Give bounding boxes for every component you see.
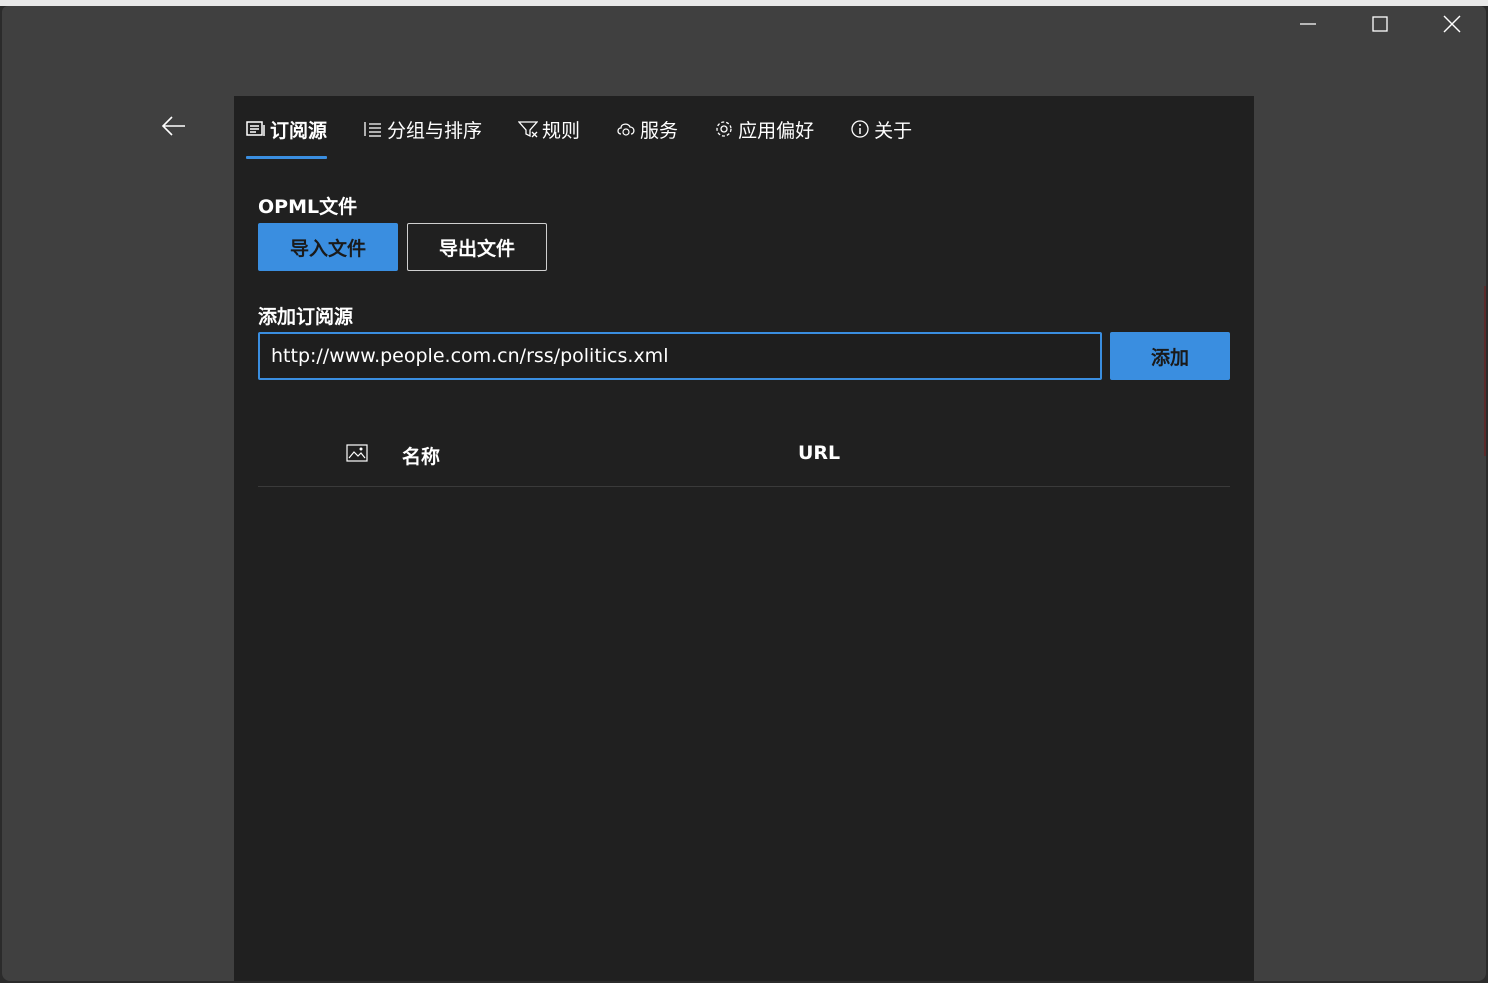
window-edge-accent [1484, 286, 1486, 456]
close-icon [1443, 15, 1461, 33]
title-bar [2, 6, 1486, 46]
opml-section-label: OPML文件 [258, 196, 358, 218]
maximize-icon [1371, 15, 1389, 33]
sources-table-header: 名称 URL [258, 430, 1230, 487]
sources-table-body [258, 488, 1230, 968]
tab-label: 订阅源 [270, 119, 328, 142]
gear-icon [714, 119, 734, 139]
tab-label: 规则 [542, 119, 581, 142]
settings-window: 订阅源 分组与排序 规则 服务 应用偏好 关于 OPML文件 导入文件 导出文件… [2, 6, 1486, 981]
tab-services[interactable]: 服务 [616, 116, 678, 142]
tab-label: 关于 [874, 119, 913, 142]
back-button[interactable] [152, 110, 196, 146]
cloud-sync-icon [616, 119, 636, 139]
add-source-button[interactable]: 添加 [1110, 332, 1230, 380]
tab-sources[interactable]: 订阅源 [246, 116, 328, 159]
close-button[interactable] [1416, 6, 1486, 42]
filter-icon [518, 119, 539, 139]
minimize-icon [1299, 15, 1317, 33]
tab-label: 分组与排序 [387, 119, 483, 142]
tab-label: 应用偏好 [738, 119, 815, 142]
tab-label: 服务 [640, 119, 679, 142]
column-header-url[interactable]: URL [798, 442, 840, 464]
add-source-section-label: 添加订阅源 [258, 306, 354, 328]
maximize-button[interactable] [1344, 6, 1416, 42]
info-icon [850, 119, 870, 139]
import-file-button[interactable]: 导入文件 [258, 223, 398, 271]
settings-tabs: 订阅源 分组与排序 规则 服务 应用偏好 关于 [246, 116, 948, 162]
minimize-button[interactable] [1272, 6, 1344, 42]
feed-icon [246, 119, 266, 139]
column-header-name[interactable]: 名称 [402, 442, 440, 469]
image-icon [346, 444, 368, 466]
arrow-left-icon [161, 115, 187, 141]
tab-rules[interactable]: 规则 [518, 116, 580, 142]
tab-app-preferences[interactable]: 应用偏好 [714, 116, 814, 142]
export-file-button[interactable]: 导出文件 [407, 223, 547, 271]
settings-panel: 订阅源 分组与排序 规则 服务 应用偏好 关于 OPML文件 导入文件 导出文件… [234, 96, 1254, 981]
source-url-input[interactable] [258, 332, 1102, 380]
list-icon [363, 119, 383, 139]
tab-groups-sorting[interactable]: 分组与排序 [363, 116, 482, 142]
tab-about[interactable]: 关于 [850, 116, 912, 142]
